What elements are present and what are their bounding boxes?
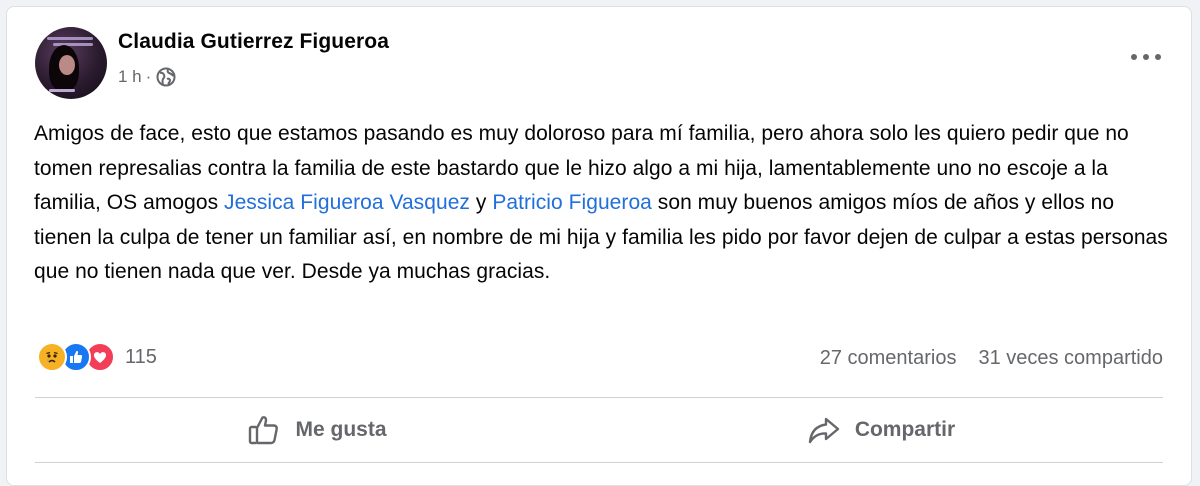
post-actions: Me gusta Compartir <box>35 401 1163 459</box>
like-button[interactable]: Me gusta <box>35 401 599 459</box>
divider <box>35 397 1163 398</box>
avatar-text-decoration <box>49 89 75 92</box>
more-options-icon[interactable] <box>1131 50 1161 64</box>
share-label: Compartir <box>854 418 956 441</box>
author-name[interactable]: Claudia Gutierrez Figueroa <box>118 30 389 54</box>
like-label: Me gusta <box>295 418 387 441</box>
shares-count[interactable]: 31 veces compartido <box>978 347 1163 370</box>
post-body: Amigos de face, esto que estamos pasando… <box>34 117 1174 290</box>
tag-jessica-figueroa-vasquez[interactable]: Jessica Figueroa Vasquez <box>224 191 470 214</box>
post-card: Claudia Gutierrez Figueroa 1 h · Amigos … <box>6 6 1192 486</box>
divider <box>35 462 1163 463</box>
thumbs-up-icon <box>249 416 279 445</box>
avatar-face <box>59 55 75 75</box>
post-text-segment: y <box>469 191 493 214</box>
comments-count[interactable]: 27 comentarios <box>820 347 957 370</box>
post-time[interactable]: 1 h <box>118 67 142 87</box>
avatar[interactable] <box>35 27 107 99</box>
globe-icon[interactable] <box>156 67 176 87</box>
post-meta: 1 h · <box>118 67 176 87</box>
meta-separator: · <box>145 67 152 86</box>
avatar-text-decoration <box>47 37 93 40</box>
engagement-counts: 27 comentarios 31 veces compartido <box>820 347 1163 370</box>
share-button[interactable]: Compartir <box>599 401 1163 459</box>
sad-icon <box>37 342 67 372</box>
reactions-count[interactable]: 115 <box>125 346 157 369</box>
reactions-summary[interactable]: 115 <box>37 342 157 372</box>
share-arrow-icon <box>808 417 840 444</box>
tag-patricio-figueroa[interactable]: Patricio Figueroa <box>492 191 652 214</box>
